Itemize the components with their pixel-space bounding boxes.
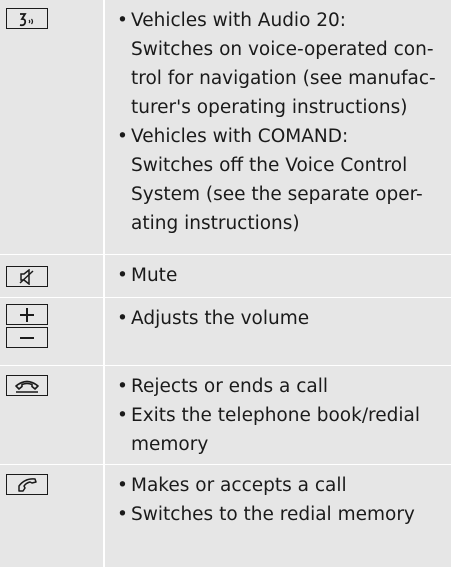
key-cell [0,465,105,567]
minus-icon [6,327,48,348]
accept-call-icon [6,474,48,495]
key-cell [0,0,105,254]
list-item: • Rejects or ends a call [117,376,329,397]
key-cell [0,366,105,464]
list-item: • Exits the telephone book/redial [117,405,420,426]
key-cell [0,298,105,365]
list-item: • Mute [117,265,178,286]
description-cell: • Rejects or ends a call • Exits the telep… [105,366,451,464]
description-cell: • Mute [105,255,451,297]
button-function-table: • Vehicles with Audio 20: Switches on voi… [0,0,451,568]
key-cell [0,255,105,297]
list-item: • Vehicles with COMAND: [117,126,349,147]
table-row-end-call: • Rejects or ends a call • Exits the telep… [0,366,451,465]
list-item: • Switches to the redial memory [117,504,415,525]
list-item: • Adjusts the volume [117,308,310,329]
list-item: • Makes or accepts a call [117,475,347,496]
list-item: • Vehicles with Audio 20: [117,10,347,31]
voice-control-icon [6,8,48,29]
description-cell: • Vehicles with Audio 20: Switches on voi… [105,0,451,254]
table-row-mute: • Mute [0,255,451,298]
description-cell: • Makes or accepts a call • Switches to th… [105,465,451,567]
mute-icon [6,266,48,287]
description-cell: • Adjusts the volume [105,298,451,365]
table-row-volume: • Adjusts the volume [0,298,451,366]
table-row-voice-control: • Vehicles with Audio 20: Switches on voi… [0,0,451,255]
table-row-accept-call: • Makes or accepts a call • Switches to th… [0,465,451,568]
end-call-icon [6,375,48,396]
plus-icon [6,304,48,325]
